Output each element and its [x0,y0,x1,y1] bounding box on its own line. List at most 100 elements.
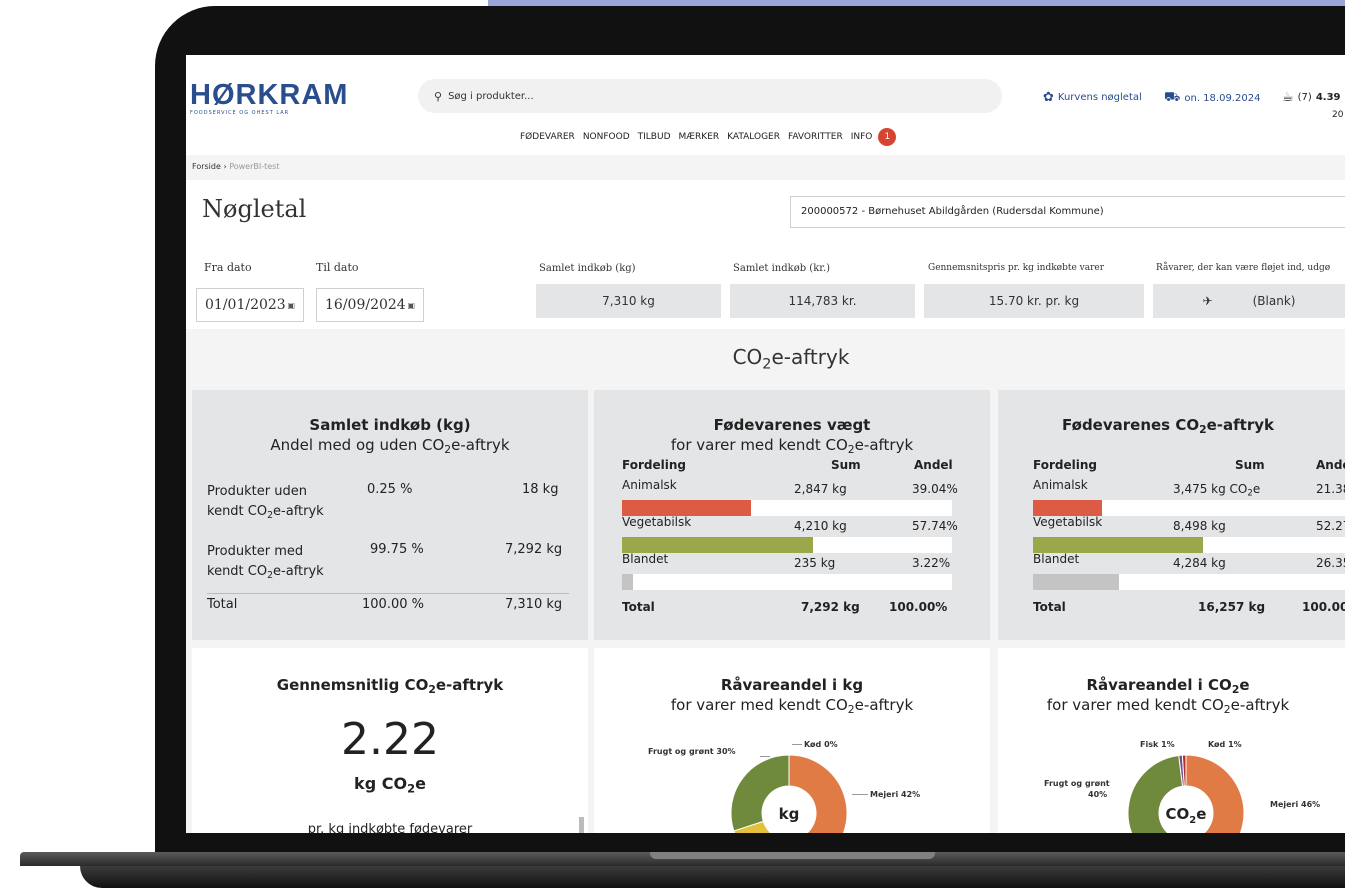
row-kg-without: 18 kg [522,482,559,497]
nav-item-maerker[interactable]: MÆRKER [679,132,720,142]
bar-fill [1033,574,1119,590]
row-label: Blandet [1033,552,1080,566]
row-share: 52.27 [1316,519,1345,533]
row-share: 57.74% [912,519,958,533]
kpi-total-kr: 114,783 kr. [730,284,915,318]
panel-subtitle: Andel med og uden CO2e-aftryk [270,436,510,457]
nav-item-favoritter[interactable]: FAVORITTER [788,132,843,142]
nav-item-tilbud[interactable]: TILBUD [638,132,671,142]
filter-row: Fra dato Til dato 01/01/2023 ▣ 16/09/202… [186,245,1345,329]
donut-chart-co2: CO2e [1127,754,1245,833]
panel-total-purchase: Samlet indkøb (kg) Andel med og uden CO2… [192,390,588,640]
calendar-icon: ▣ [407,300,415,310]
key-figures-label: Kurvens nøgletal [1057,92,1142,103]
bar-fill [622,574,633,590]
panel-subtitle: for varer med kendt CO2e-aftryk [670,436,914,457]
to-date-value: 16/09/2024 [325,297,406,313]
total-kg: 7,310 kg [505,597,563,612]
page-title: Nøgletal [202,195,307,223]
panel-title: Råvareandel i CO2e [1086,676,1250,697]
col-header-andel: Andel [914,458,953,472]
kpi-flown: ✈ (Blank) [1153,284,1345,318]
nav-item-fodevarer[interactable]: FØDEVARER [520,132,575,142]
row-label: Animalsk [1033,478,1088,492]
row-share: 26.35 [1316,556,1345,570]
panel-title: Fødevarenes CO2e-aftryk [1062,416,1274,437]
row-label: Vegetabilsk [622,515,692,529]
row-sum: 8,498 kg [1173,519,1226,533]
col-header-fordeling: Fordeling [1033,458,1097,472]
delivery-date-link[interactable]: ⛟ on. 18.09.2024 [1164,90,1260,107]
total-label: Total [1033,600,1066,614]
truck-icon: ⛟ [1164,90,1181,105]
from-date-value: 01/01/2023 [205,297,286,313]
screen: HØRKRAM FOODSERVICE OG OHEST LAR ⚲ Søg i… [186,55,1345,833]
breadcrumb-home[interactable]: Forside [192,162,221,171]
from-date-input[interactable]: 01/01/2023 ▣ [196,288,304,322]
to-date-label: Til dato [316,261,359,274]
total-andel: 100.00% [889,600,948,614]
bar-track [1033,537,1345,553]
row-share: 39.04% [912,482,958,496]
info-badge: 1 [878,128,897,146]
logo[interactable]: HØRKRAM FOODSERVICE OG OHEST LAR [190,79,348,116]
row-label: Blandet [622,552,669,566]
kpi-label-total-kr: Samlet indkøb (kr.) [733,263,831,274]
bar-fill [1033,537,1203,553]
donut-label-frugt: Frugt og grønt [1044,779,1110,788]
kpi-label-total-kg: Samlet indkøb (kg) [539,263,636,274]
nav-item-kataloger[interactable]: KATALOGER [727,132,780,142]
section-title: CO2e-aftryk [732,345,850,373]
laptop-notch [650,852,935,859]
store-select[interactable]: 200000572 - Børnehuset Abildgården (Rude… [790,196,1345,228]
panel-avg-co2: Gennemsnitlig CO2e-aftryk 2.22 kg CO2e p… [192,648,588,833]
donut-center-label: CO2e [1166,805,1207,826]
bar-track [622,574,952,590]
panel-food-co2: Fødevarenes CO2e-aftryk Fordeling Sum An… [998,390,1345,640]
bar-track [622,537,952,553]
donut-label-mejeri: Mejeri 46% [1270,800,1321,809]
bar-fill [622,537,813,553]
basket-count: (7) [1297,92,1312,103]
nav-item-nonfood[interactable]: NONFOOD [583,132,630,142]
nav-item-info[interactable]: INFO [851,132,873,142]
row-sum: 4,210 kg [794,519,847,533]
total-sum: 16,257 kg [1198,600,1266,614]
delivery-date: on. 18.09.2024 [1184,93,1261,104]
donut-label-mejeri: Mejeri 42% [870,790,921,799]
kpi-flown-value: (Blank) [1252,294,1296,308]
search-input[interactable]: ⚲ Søg i produkter... [418,79,1002,113]
key-figures-link[interactable]: ✿ Kurvens nøgletal [1043,90,1142,105]
leader-line [760,756,770,757]
row-share: 3.22% [912,556,951,570]
laptop-base [0,852,1345,893]
donut-center-label: kg [779,805,800,823]
panel-title: Fødevarenes vægt [713,416,871,434]
scrollbar[interactable] [579,817,584,833]
panel-title: Gennemsnitlig CO2e-aftryk [276,676,504,697]
panel-food-weight: Fødevarenes vægt for varer med kendt CO2… [594,390,990,640]
breadcrumb: Forside › PowerBI-test [186,155,1345,180]
from-date-label: Fra dato [204,261,252,274]
dashboard: Fra dato Til dato 01/01/2023 ▣ 16/09/202… [186,245,1345,833]
search-placeholder: Søg i produkter... [448,90,534,102]
col-header-fordeling: Fordeling [622,458,686,472]
panel-title: Råvareandel i kg [720,676,864,694]
leaf-icon: ✿ [1043,90,1054,105]
avg-co2-footer: pr. kg indkøbte fødevarer [307,822,473,833]
basket-link[interactable]: ☕ (7) 4.39 [1282,90,1341,105]
to-date-input[interactable]: 16/09/2024 ▣ [316,288,424,322]
row-label: Vegetabilsk [1033,515,1103,529]
kpi-total-kg: 7,310 kg [536,284,721,318]
row-pct-with: 99.75 % [370,542,424,557]
donut-label-kod: Kød 0% [804,740,838,749]
basket-subinfo: 20 [1332,110,1344,120]
avg-co2-value: 2.22 [341,714,439,765]
panel-title: Samlet indkøb (kg) [309,416,471,434]
donut-label-frugt: Frugt og grønt 30% [648,747,736,756]
breadcrumb-current: PowerBI-test [229,162,280,171]
laptop-base-bottom [80,866,1345,888]
total-label: Total [207,597,238,612]
donut-label-frugt-pct: 40% [1088,790,1108,799]
row-share: 21.38 [1316,482,1345,496]
